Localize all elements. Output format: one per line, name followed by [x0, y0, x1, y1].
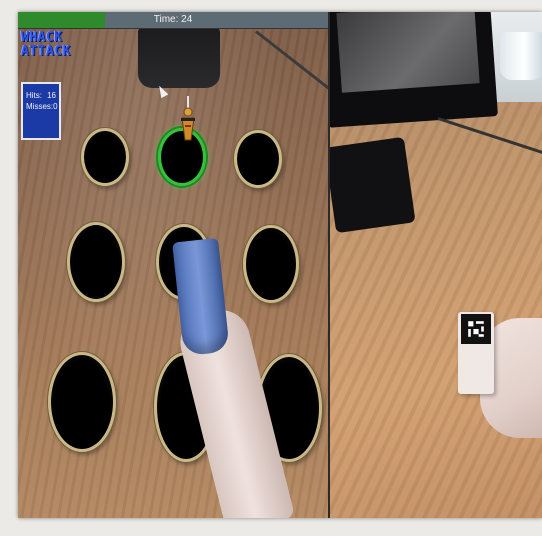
game-logo: WHACK ATTACK	[21, 31, 71, 59]
hits-row: Hits: 16	[26, 90, 56, 101]
hits-value: 16	[47, 91, 56, 100]
hole-1[interactable]	[81, 128, 129, 186]
ar-marker-icon	[461, 314, 491, 344]
misses-value: 0	[53, 102, 58, 111]
hole-7[interactable]	[48, 352, 116, 452]
hole-4[interactable]	[67, 222, 125, 302]
logo-line-2: ATTACK	[21, 44, 71, 59]
cup-backdrop	[500, 32, 542, 80]
monitor-backdrop	[330, 12, 498, 128]
camera-cable	[437, 117, 542, 161]
time-bar: Time: 24	[18, 12, 328, 29]
hole-3[interactable]	[234, 130, 282, 188]
monitor-stand	[330, 136, 416, 234]
game-view[interactable]: Time: 24 WHACK ATTACK Hits: 16 Misses: 0	[18, 12, 328, 518]
hits-label: Hits:	[26, 91, 42, 100]
score-panel: Hits: 16 Misses: 0	[21, 82, 61, 140]
misses-label: Misses:	[26, 102, 54, 111]
cable-backdrop	[255, 30, 328, 101]
hole-6[interactable]	[243, 225, 299, 303]
mole-icon	[181, 96, 195, 141]
camera-view	[328, 12, 542, 518]
time-label: Time: 24	[153, 14, 193, 25]
monitor-screen	[336, 12, 480, 93]
monitor-base-backdrop	[138, 28, 220, 88]
logo-line-1: WHACK	[21, 30, 63, 45]
app-frame: Time: 24 WHACK ATTACK Hits: 16 Misses: 0	[18, 12, 542, 518]
misses-row: Misses: 0	[26, 101, 58, 112]
